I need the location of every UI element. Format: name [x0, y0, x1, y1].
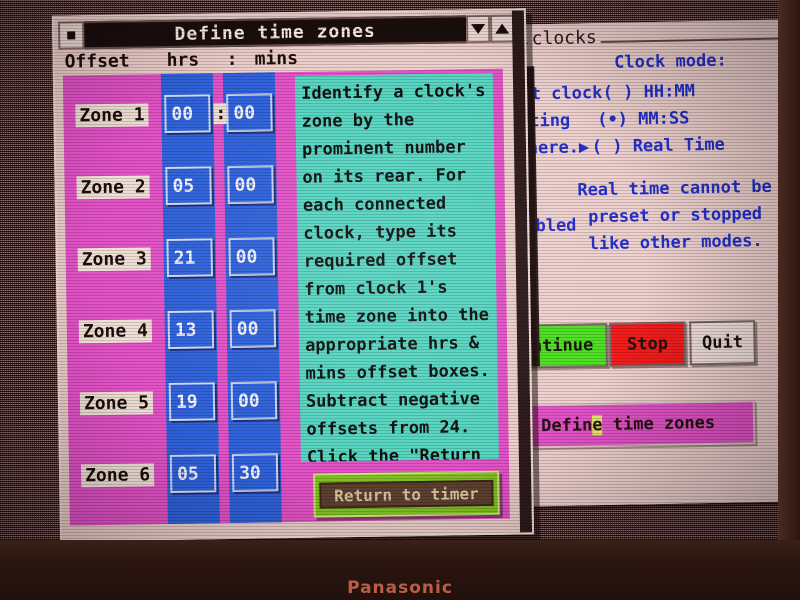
chevron-down-icon	[471, 23, 486, 35]
define-time-zones-dialog[interactable]: Define time zones Offset hrs : mins Zone…	[51, 8, 535, 542]
occluded-text-line-1: t clock	[530, 82, 603, 105]
crt-screen-photo: clocks Clock mode: t clock ting here.▶ a…	[0, 0, 800, 600]
dialog-title-area[interactable]: Define time zones	[83, 15, 467, 50]
clocks-window[interactable]: clocks Clock mode: t clock ting here.▶ a…	[515, 19, 797, 507]
radio-option-hhmm[interactable]: ( ) HH:MM	[603, 81, 696, 103]
zone-1-hrs-input[interactable]: 00	[164, 94, 211, 133]
zone-label-4: Zone 4	[78, 318, 153, 343]
zone-2-hrs-input[interactable]: 05	[165, 166, 212, 205]
real-time-note: Real time cannot be preset or stopped li…	[577, 176, 772, 255]
radio-marker-real-time[interactable]: ( )	[592, 137, 623, 158]
header-mins: mins	[254, 47, 299, 70]
zone-6-mins-input[interactable]: 30	[231, 453, 279, 492]
zone-label-3: Zone 3	[77, 246, 151, 271]
monitor-bezel-bottom: Panasonic	[0, 540, 800, 600]
table-row: Zone 1 00 : 00	[63, 90, 282, 137]
header-hrs: hrs	[166, 49, 200, 71]
table-row: Zone 4 13 00	[67, 306, 286, 353]
scroll-up-button[interactable]	[489, 14, 515, 43]
menu-square-glyph	[67, 31, 76, 40]
zone-2-mins-input[interactable]: 00	[227, 165, 274, 205]
zone-5-hrs-input[interactable]: 19	[168, 382, 216, 421]
radio-label-hhmm: HH:MM	[643, 81, 696, 103]
table-row: Zone 6 05 30	[69, 450, 288, 497]
monitor-brand-label: Panasonic	[347, 578, 453, 598]
radio-label-real-time: Real Time	[632, 134, 726, 157]
radio-marker-hhmm[interactable]: ( )	[603, 82, 634, 103]
dialog-content-area: Zone 1 00 : 00 Zone 2 05 00 Zone 3 21 00…	[62, 68, 510, 526]
chevron-up-icon	[495, 23, 510, 34]
quit-button[interactable]: Quit	[689, 320, 756, 366]
scroll-down-button[interactable]	[465, 14, 491, 44]
zone-label-6: Zone 6	[80, 462, 155, 487]
stop-button[interactable]: Stop	[609, 321, 686, 367]
occluded-text-line-3: here.▶	[527, 137, 590, 159]
radio-option-mmss[interactable]: (•) MM:SS	[597, 108, 690, 130]
return-to-timer-button[interactable]: Return to timer	[313, 470, 500, 518]
clock-mode-heading: Clock mode:	[613, 50, 727, 73]
define-bar-label: Define time zones	[531, 413, 715, 437]
dialog-title-bar[interactable]: Define time zones	[57, 14, 515, 50]
zone-1-mins-input[interactable]: 00	[226, 93, 273, 133]
header-colon: :	[226, 48, 238, 71]
header-offset: Offset	[64, 50, 130, 73]
zone-4-hrs-input[interactable]: 13	[167, 310, 215, 349]
zone-3-mins-input[interactable]: 00	[228, 237, 276, 277]
radio-option-real-time[interactable]: ( ) Real Time	[592, 135, 725, 158]
zone-label-2: Zone 2	[76, 174, 150, 199]
radio-marker-mmss[interactable]: (•)	[597, 110, 628, 131]
dialog-title: Define time zones	[174, 20, 376, 45]
define-bar-suffix: time zones	[602, 412, 716, 436]
define-time-zones-field[interactable]: Define time zones	[528, 400, 756, 449]
table-row: Zone 2 05 00	[64, 162, 283, 209]
zone-label-5: Zone 5	[79, 390, 154, 415]
table-row: Zone 3 21 00	[65, 234, 284, 281]
return-to-timer-label: Return to timer	[319, 479, 494, 509]
clocks-window-title: clocks	[527, 27, 601, 50]
radio-label-mmss: MM:SS	[638, 108, 690, 130]
zone-3-hrs-input[interactable]: 21	[166, 238, 214, 277]
monitor-bezel-right	[778, 0, 800, 560]
define-bar-prefix: Defin	[540, 415, 593, 437]
instructions-panel: Identify a clock's zone by the prominent…	[294, 72, 499, 462]
zone-5-mins-input[interactable]: 00	[230, 381, 278, 420]
zone-6-hrs-input[interactable]: 05	[169, 454, 217, 493]
window-menu-icon[interactable]	[57, 21, 85, 50]
table-row: Zone 5 19 00	[68, 378, 287, 425]
zone-4-mins-input[interactable]: 00	[229, 309, 277, 348]
zone-label-1: Zone 1	[75, 102, 149, 127]
